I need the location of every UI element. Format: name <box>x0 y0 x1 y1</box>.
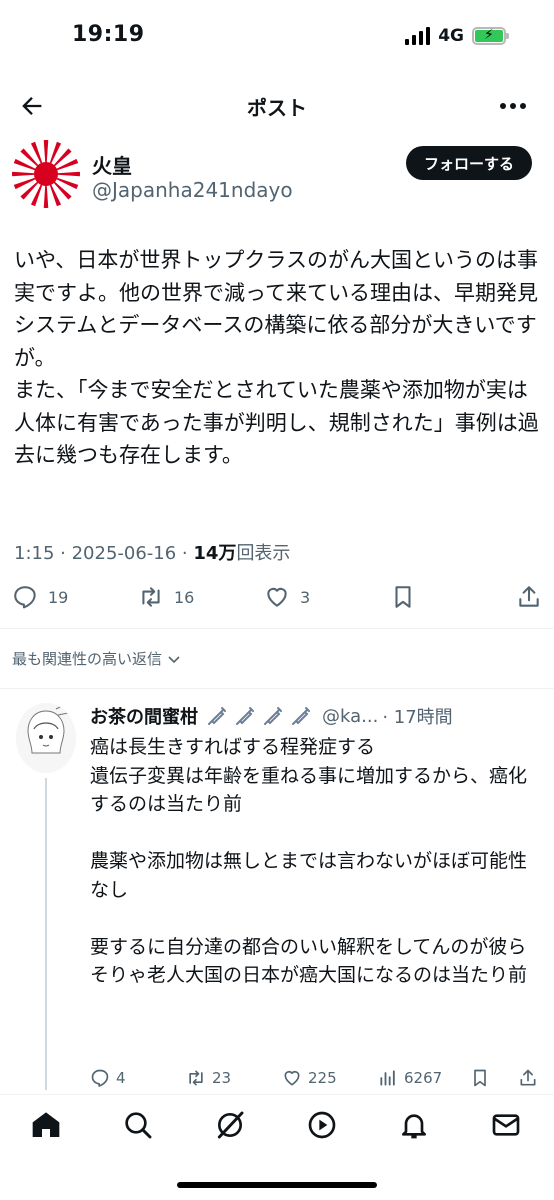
tweet-meta: 1:15 · 2025-06-16 · 14万回表示 <box>14 543 291 564</box>
manga-avatar-icon <box>16 703 76 773</box>
reply-count: 19 <box>48 587 69 607</box>
reply-bookmark-button[interactable] <box>470 1068 490 1088</box>
more-icon[interactable] <box>498 92 528 120</box>
share-icon <box>519 586 539 607</box>
views-count: 14万 <box>193 543 237 564</box>
reply-retweet-button[interactable]: 23 <box>186 1068 231 1088</box>
status-indicators: 4G ⚡ <box>405 26 509 46</box>
search-icon[interactable] <box>122 1109 154 1141</box>
tweet-text: いや、日本が世界トップクラスのがん大国というのは事実ですよ。他の世界で減って来て… <box>14 248 539 467</box>
tweet-date[interactable]: 2025-06-16 <box>72 543 177 564</box>
notifications-icon[interactable] <box>398 1109 430 1141</box>
grok-icon[interactable] <box>214 1109 246 1141</box>
tweet-actions: 19 16 3 <box>0 584 554 620</box>
page-title: ポスト <box>247 96 307 120</box>
reply-share-button[interactable] <box>518 1068 538 1088</box>
battery-charging-icon: ⚡ <box>472 27 509 45</box>
divider <box>0 628 554 629</box>
bookmark-icon <box>395 586 411 608</box>
reply-author-handle[interactable]: @ka... <box>322 706 378 727</box>
home-indicator <box>177 1182 377 1188</box>
follow-button[interactable]: フォローする <box>406 146 532 180</box>
reply-retweet-count: 23 <box>212 1069 232 1087</box>
reply-time: · 17時間 <box>382 707 453 728</box>
sort-label: 最も関連性の高い返信 <box>12 650 163 668</box>
video-icon[interactable] <box>306 1109 338 1141</box>
reply-header: お茶の間蜜柑 @ka... · 17時間 <box>90 703 453 729</box>
heart-icon <box>284 1070 300 1086</box>
views-label: 回表示 <box>236 543 291 564</box>
retweet-icon <box>189 1070 203 1086</box>
syringe-emojis <box>206 705 312 727</box>
status-bar: 19:19 4G ⚡ <box>0 0 554 74</box>
status-time: 19:19 <box>72 22 145 47</box>
reply-views[interactable]: 6267 <box>378 1068 442 1088</box>
reply-like-count: 225 <box>308 1069 337 1087</box>
retweet-icon <box>142 587 160 607</box>
reply-views-count: 6267 <box>404 1069 443 1087</box>
reply-actions: 4 23 225 6267 <box>90 1068 540 1094</box>
tweet-time[interactable]: 1:15 <box>14 543 54 564</box>
nav-header: ポスト <box>0 74 554 136</box>
bookmark-icon <box>474 1069 486 1087</box>
like-count: 3 <box>300 587 311 607</box>
bookmark-button[interactable] <box>390 584 416 610</box>
syringe-icon <box>292 707 310 725</box>
reply-icon <box>91 1069 109 1087</box>
home-icon[interactable] <box>30 1109 62 1141</box>
reply-icon <box>14 586 36 609</box>
views-icon <box>380 1070 395 1086</box>
reply-button[interactable]: 19 <box>12 584 68 610</box>
share-icon <box>520 1069 536 1086</box>
like-button[interactable]: 3 <box>264 584 310 610</box>
reply-text: 癌は長生きすればする程発症する 遺伝子変異は年齢を重ねる事に増加するから、癌化す… <box>90 736 528 986</box>
network-type: 4G <box>438 26 464 46</box>
heart-icon <box>267 587 287 607</box>
reply-avatar[interactable] <box>16 703 76 773</box>
share-button[interactable] <box>516 584 542 610</box>
retweet-count: 16 <box>174 587 195 607</box>
reply-sort-dropdown[interactable]: 最も関連性の高い返信 <box>12 648 182 669</box>
reply-like-button[interactable]: 225 <box>282 1068 337 1088</box>
reply-reply-count: 4 <box>116 1069 126 1087</box>
author-avatar[interactable] <box>12 140 80 208</box>
reply-author-name[interactable]: お茶の間蜜柑 <box>90 703 198 729</box>
retweet-button[interactable]: 16 <box>138 584 194 610</box>
chevron-down-icon <box>168 655 180 663</box>
messages-icon[interactable] <box>490 1109 522 1141</box>
author-handle[interactable]: @Japanha241ndayo <box>92 178 293 202</box>
author-name[interactable]: 火皇 <box>92 150 132 179</box>
rising-sun-flag-icon <box>12 140 80 208</box>
syringe-icon <box>236 707 254 725</box>
reply-reply-button[interactable]: 4 <box>90 1068 126 1088</box>
syringe-icon <box>208 707 226 725</box>
syringe-icon <box>264 707 282 725</box>
signal-icon <box>405 27 431 45</box>
divider <box>0 688 554 689</box>
thread-line <box>45 778 47 1090</box>
